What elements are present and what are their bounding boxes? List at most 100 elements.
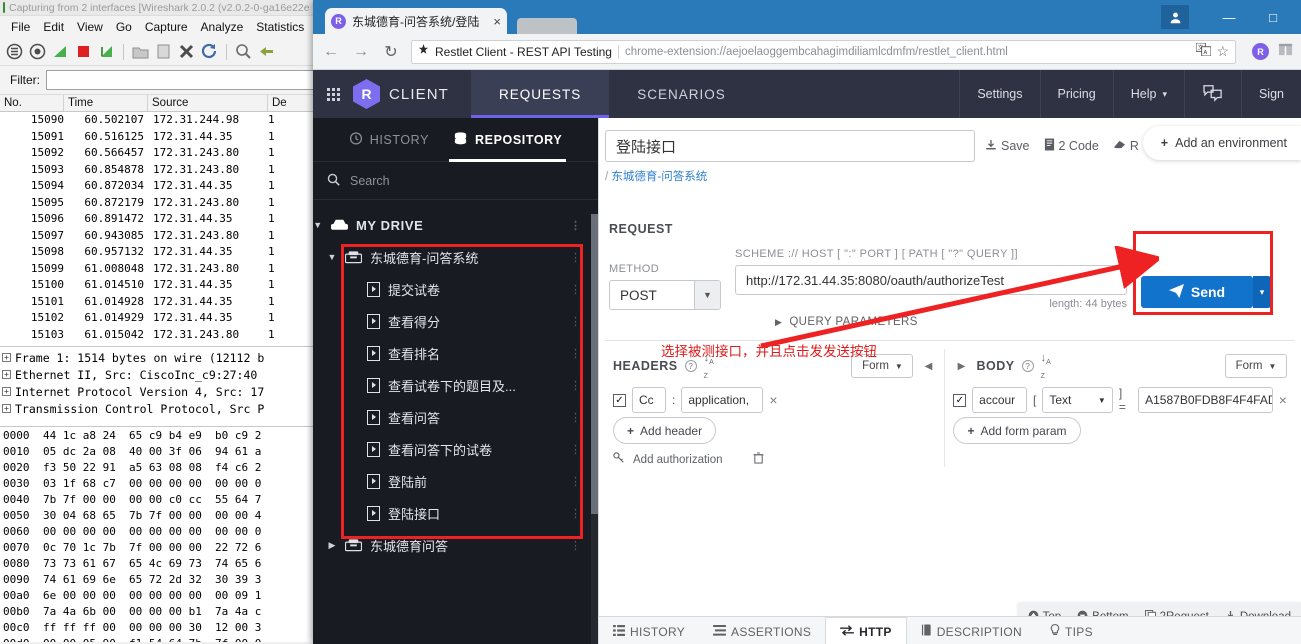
minimize-button[interactable]: — [1207,4,1251,30]
protocol-detail-row[interactable]: + Ethernet II, Src: CiscoInc_c9:27:40 [2,366,330,383]
caret-down-icon[interactable]: ▼ [327,252,337,262]
go-back-icon[interactable] [258,43,275,60]
save-button[interactable]: Save [985,139,1030,154]
tab-requests[interactable]: REQUESTS [470,70,610,118]
tree-request-0[interactable]: 提交试卷 ⋮ [313,273,598,305]
help-icon[interactable]: ? [1021,360,1034,372]
restlet-logo[interactable]: R CLIENT [353,70,471,118]
tree-request-4[interactable]: 查看问答 ⋮ [313,401,598,433]
bookmark-star-icon[interactable]: ☆ [1216,43,1229,60]
add-header-button[interactable]: + Add header [613,417,717,444]
browser-tab[interactable]: R 东城德育-问答系统/登陆 × [325,8,507,34]
find-packet-icon[interactable] [235,43,252,60]
chrome-toolbar[interactable]: ← → ↻ Restlet Client - REST API Testing … [313,34,1301,70]
row-menu-icon[interactable]: ⋮ [570,539,582,552]
new-tab-button[interactable] [517,18,577,34]
hex-row[interactable]: 00c0 ff ff ff 00 00 00 00 30 12 00 3 [0,620,330,636]
response-tabs[interactable]: HISTORY ASSERTIONS HTTP DESCRIPTION TIPS [599,617,1301,644]
packet-row[interactable]: 15100 61.014510 172.31.44.35 1 [0,277,330,294]
column-source[interactable]: Source [148,95,268,111]
request-name-input[interactable]: 登陆接口 [605,130,975,162]
wireshark-menubar[interactable]: File Edit View Go Capture Analyze Statis… [0,16,330,38]
response-tab-http[interactable]: HTTP [825,617,907,644]
breadcrumb-folder[interactable]: 东城德育-问答系统 [611,171,707,183]
code-button[interactable]: 2 Code [1044,138,1099,154]
expand-icon[interactable]: + [2,404,11,413]
header-key-input[interactable]: Cc [632,387,666,413]
packet-bytes-pane[interactable]: 0000 44 1c a8 24 65 c9 b4 e9 b0 c9 2 0010 05 … [0,426,330,642]
packet-row[interactable]: 15097 60.943085 172.31.243.80 1 [0,228,330,245]
translate-icon[interactable]: 文A [1196,42,1212,61]
add-environment-button[interactable]: + Add an environment [1142,126,1301,160]
body-param-key-input[interactable]: accour [972,387,1028,413]
nav-signin[interactable]: Sign [1240,70,1301,118]
tab-close-icon[interactable]: × [493,14,501,29]
save-file-icon[interactable] [155,43,172,60]
wireshark-toolbar[interactable] [0,38,330,66]
menu-statistics[interactable]: Statistics [250,18,310,36]
hex-row[interactable]: 0000 44 1c a8 24 65 c9 b4 e9 b0 c9 2 [0,428,330,444]
apps-shortcut-icon[interactable] [1278,42,1293,62]
repository-tree[interactable]: ▼ MY DRIVE ⋮ ▼ 东城德育-问答系统 ⋮ 提交试卷 ⋮ 查看得分 ⋮ 查看排名 ⋮ 查看试卷… [313,200,598,644]
body-param-type-select[interactable]: Text ▼ [1042,387,1113,413]
maximize-button[interactable]: □ [1251,4,1295,30]
caret-down-icon[interactable]: ▼ [313,220,323,230]
packet-list[interactable]: 15090 60.502107 172.31.244.98 1 15091 60.5161… [0,112,330,346]
response-tab-assertions[interactable]: ASSERTIONS [699,617,825,644]
hex-row[interactable]: 00a0 6e 00 00 00 00 00 00 00 00 09 1 [0,588,330,604]
header-value-input[interactable]: application, [681,387,764,413]
restlet-extension-icon[interactable]: R [1252,43,1269,60]
remove-body-param-icon[interactable]: × [1279,392,1287,408]
back-icon[interactable]: ← [321,42,341,62]
window-controls[interactable]: — □ [1161,0,1295,34]
nav-settings[interactable]: Settings [959,70,1039,118]
add-form-param-button[interactable]: + Add form param [953,417,1081,444]
tree-request-2[interactable]: 查看排名 ⋮ [313,337,598,369]
hex-row[interactable]: 0060 00 00 00 00 00 00 00 00 00 00 0 [0,524,330,540]
tree-request-5[interactable]: 查看问答下的试卷 ⋮ [313,433,598,465]
app-grid-icon[interactable] [313,70,353,118]
packet-row[interactable]: 15102 61.014929 172.31.44.35 1 [0,310,330,327]
chevron-down-icon[interactable]: ▼ [694,281,720,309]
row-menu-icon[interactable]: ⋮ [570,411,582,424]
row-menu-icon[interactable]: ⋮ [570,347,582,360]
request-actions[interactable]: Save 2 Code R [985,130,1139,162]
tree-my-drive[interactable]: ▼ MY DRIVE ⋮ [313,209,598,241]
tree-request-1[interactable]: 查看得分 ⋮ [313,305,598,337]
tree-folder-1[interactable]: ▼ 东城德育-问答系统 ⋮ [313,241,598,273]
profile-avatar-icon[interactable] [1161,5,1189,29]
hex-row[interactable]: 0020 f3 50 22 91 a5 63 08 08 f4 c6 2 [0,460,330,476]
sidebar-search[interactable]: Search [313,162,598,200]
toolbar-extensions[interactable]: R [1246,42,1293,62]
hex-row[interactable]: 0070 0c 70 1c 7b 7f 00 00 00 22 72 6 [0,540,330,556]
breadcrumb[interactable]: / 东城德育-问答系统 [599,162,1301,184]
add-authorization-row[interactable]: Add authorization [613,444,936,467]
reload-file-icon[interactable] [201,43,218,60]
row-menu-icon[interactable]: ⋮ [570,379,582,392]
restart-capture-icon[interactable] [98,43,115,60]
row-menu-icon[interactable]: ⋮ [570,443,582,456]
packet-row[interactable]: 15092 60.566457 172.31.243.80 1 [0,145,330,162]
tree-folder-2[interactable]: ▶ 东城德育问答 ⋮ [313,529,598,561]
packet-detail-pane[interactable]: + Frame 1: 1514 bytes on wire (12112 b + Et… [0,346,330,426]
tab-scenarios[interactable]: SCENARIOS [609,70,754,118]
protocol-detail-row[interactable]: + Transmission Control Protocol, Src P [2,400,330,417]
column-no[interactable]: No. [0,95,64,111]
column-time[interactable]: Time [64,95,148,111]
hex-row[interactable]: 00d000 00 05 90f1 54 64 7b7f 00 0 [0,636,330,642]
collapse-left-icon[interactable]: ◀ [920,361,936,372]
response-tab-tips[interactable]: TIPS [1036,617,1107,644]
address-bar[interactable]: Restlet Client - REST API Testing chrome… [411,39,1236,64]
menu-view[interactable]: View [71,18,109,36]
hex-row[interactable]: 0080 73 73 61 67 65 4c 69 73 74 65 6 [0,556,330,572]
expand-icon[interactable]: + [2,387,11,396]
packet-row[interactable]: 15090 60.502107 172.31.244.98 1 [0,112,330,129]
reset-button[interactable]: R [1113,139,1139,153]
forward-icon[interactable]: → [351,42,371,62]
packet-row[interactable]: 15098 60.957132 172.31.44.35 1 [0,244,330,261]
method-select[interactable]: POST ▼ [609,280,721,310]
menu-file[interactable]: File [5,18,36,36]
hex-row[interactable]: 0010 05 dc 2a 08 40 00 3f 06 94 61 a [0,444,330,460]
tree-request-3[interactable]: 查看试卷下的题目及... ⋮ [313,369,598,401]
protocol-detail-row[interactable]: + Internet Protocol Version 4, Src: 17 [2,383,330,400]
